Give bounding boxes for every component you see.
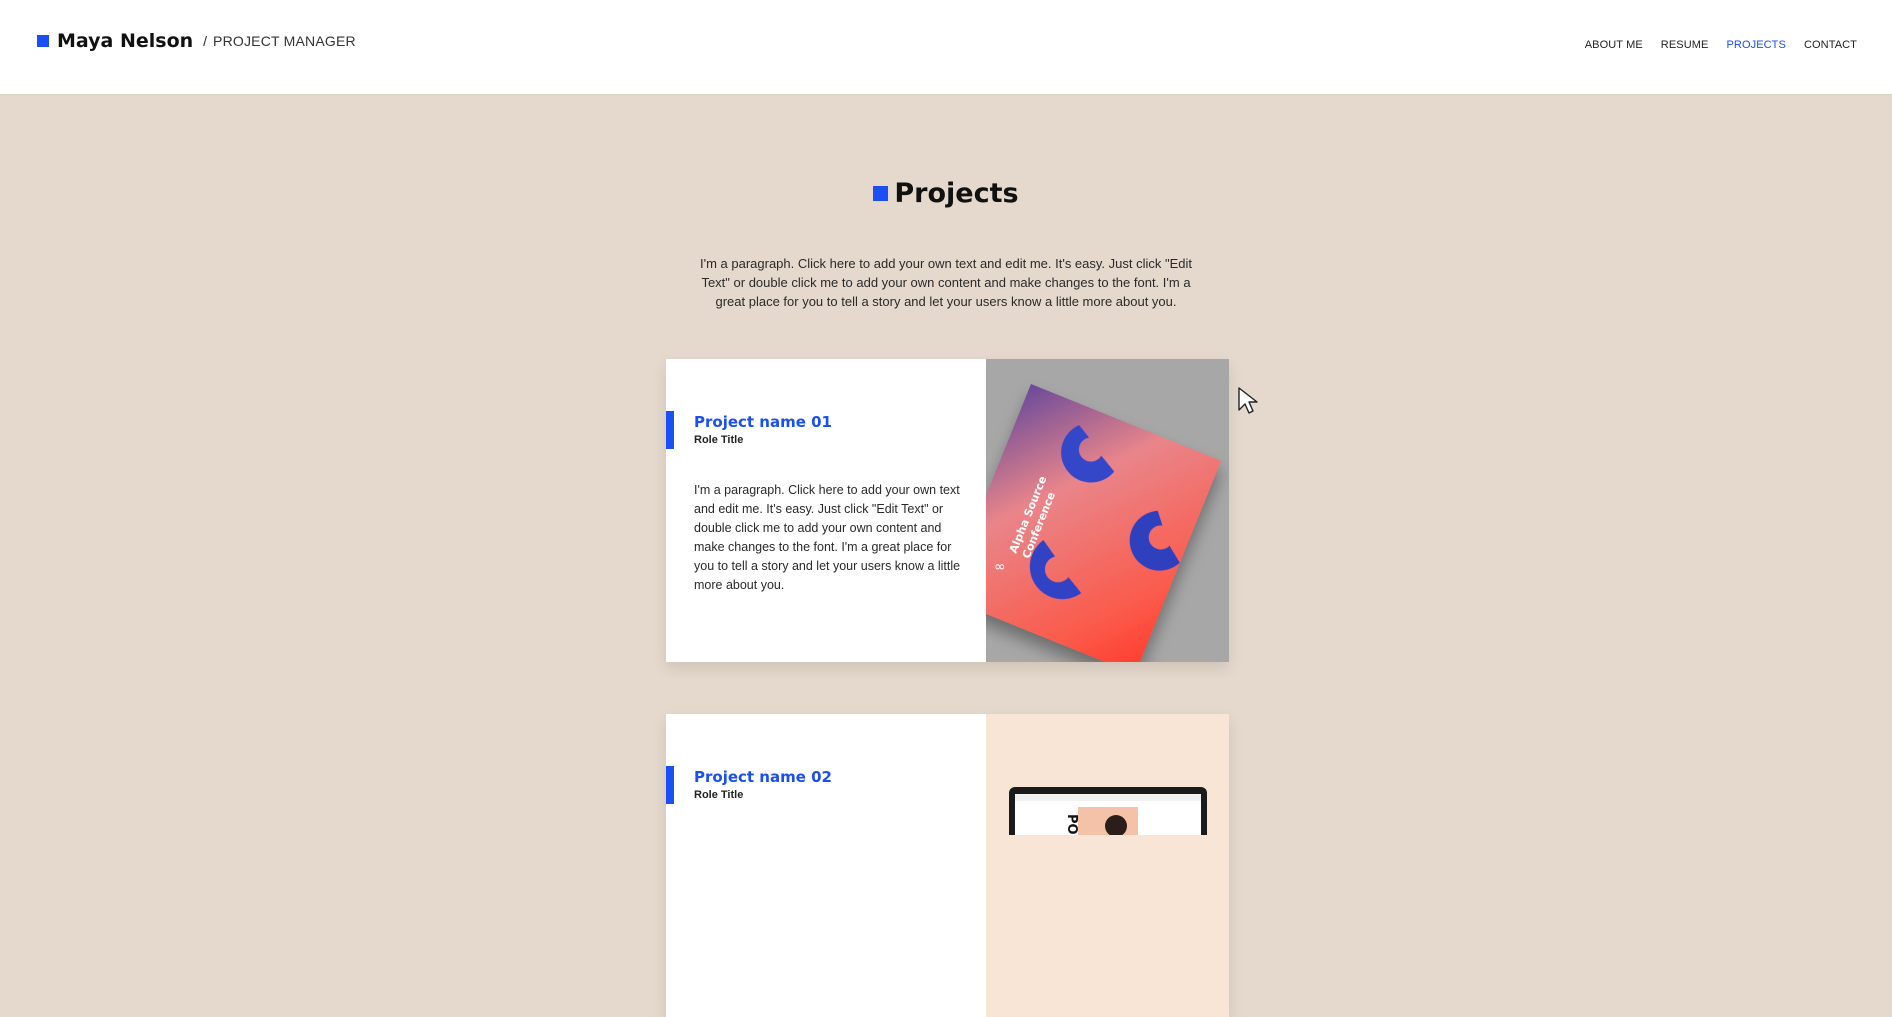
project-role: Role Title (694, 789, 744, 801)
project-name[interactable]: Project name 01 (694, 413, 832, 431)
project-image[interactable]: POP (986, 714, 1229, 1017)
title-square-icon (873, 186, 889, 201)
project-card-02[interactable]: Project name 02 Role Title POP (666, 714, 1229, 1017)
card-accent-bar (666, 766, 674, 804)
section-title: Projects (0, 178, 1892, 209)
project-name[interactable]: Project name 02 (694, 768, 832, 786)
brand-separator: / (203, 33, 208, 49)
poster-image: Alpha Source Conference ∞ (986, 359, 1229, 662)
main-nav: ABOUT ME RESUME PROJECTS CONTACT (1585, 39, 1857, 51)
brand-role: PROJECT MANAGER (213, 33, 356, 49)
laptop-screen-text: POP (1064, 814, 1079, 835)
infinity-icon: ∞ (994, 559, 1006, 575)
nav-about-me[interactable]: ABOUT ME (1585, 39, 1643, 51)
intro-paragraph: I'm a paragraph. Click here to add your … (700, 256, 1193, 309)
project-description: I'm a paragraph. Click here to add your … (694, 483, 961, 592)
project-card-01[interactable]: Project name 01 Role Title I'm a paragra… (666, 359, 1229, 662)
site-header: Maya Nelson / PROJECT MANAGER ABOUT ME R… (0, 0, 1892, 94)
project-image[interactable]: Alpha Source Conference ∞ (986, 359, 1229, 662)
card-accent-bar (666, 411, 674, 449)
laptop-image: POP (986, 714, 1229, 854)
brand[interactable]: Maya Nelson / PROJECT MANAGER (37, 30, 356, 52)
brand-square-icon (37, 35, 49, 47)
brand-name[interactable]: Maya Nelson (57, 30, 193, 52)
project-role: Role Title (694, 434, 744, 446)
nav-resume[interactable]: RESUME (1661, 39, 1709, 51)
nav-projects[interactable]: PROJECTS (1726, 39, 1785, 51)
mouse-cursor-icon (1238, 387, 1258, 414)
page-title: Projects (894, 178, 1019, 209)
nav-contact[interactable]: CONTACT (1804, 39, 1857, 51)
